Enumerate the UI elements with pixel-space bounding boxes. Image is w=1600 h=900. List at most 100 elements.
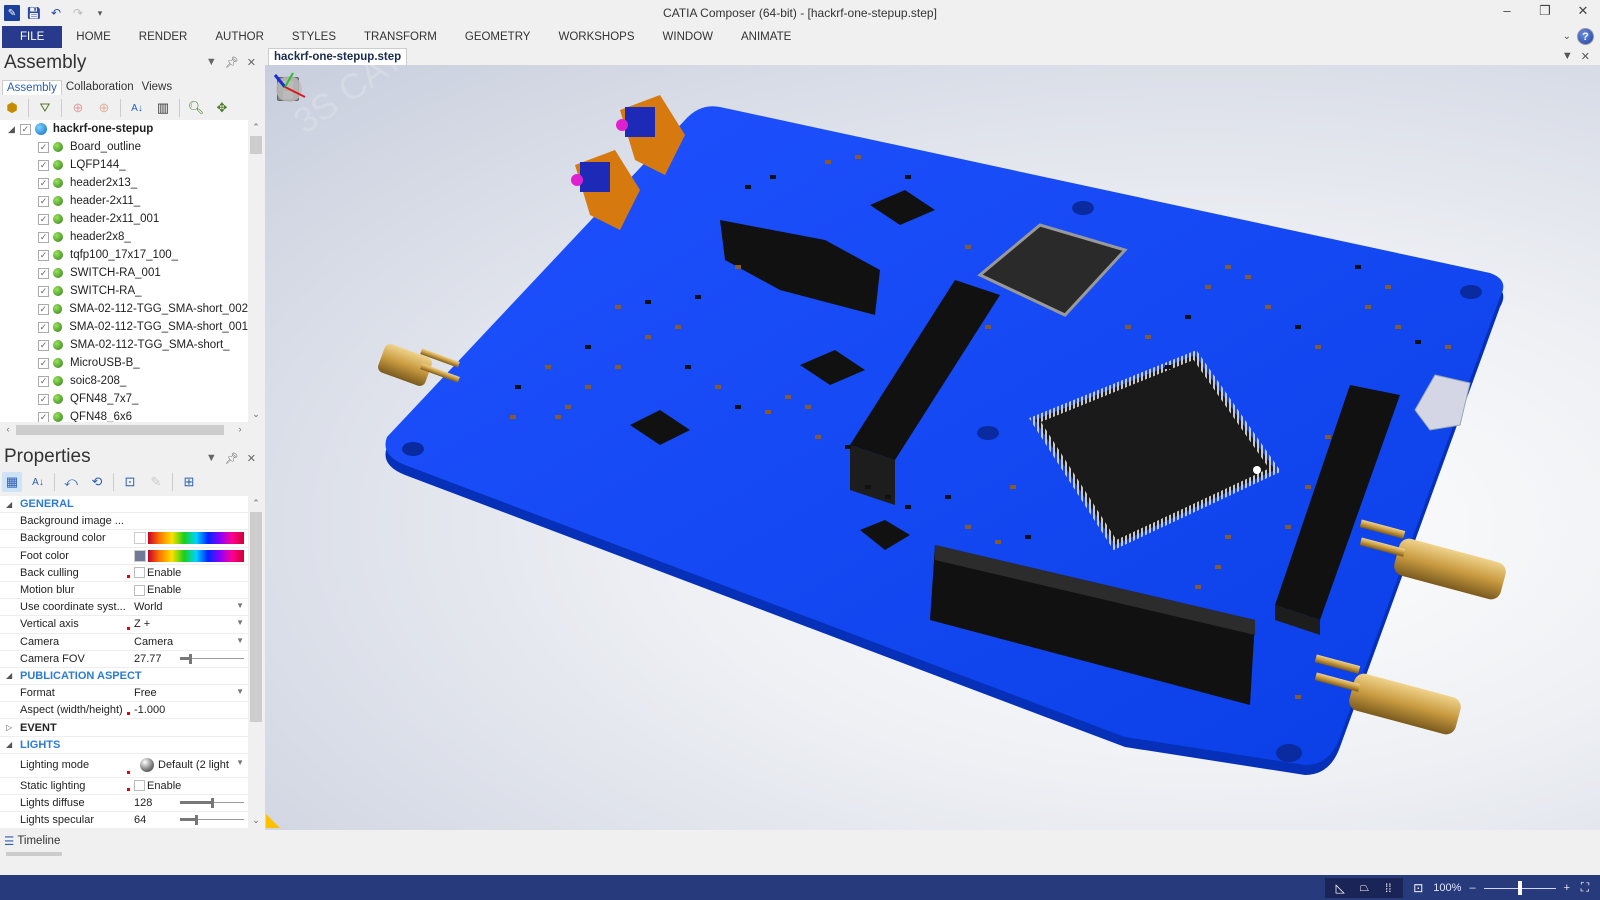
panel-close-icon[interactable]: ✕	[247, 56, 256, 69]
tree-checkbox[interactable]: ✓	[38, 411, 49, 422]
tab-file[interactable]: FILE	[2, 26, 63, 48]
search-part-icon[interactable]: 🔍︎	[186, 98, 206, 118]
redo-icon[interactable]: ↷	[70, 5, 86, 21]
sort-az-icon[interactable]: A↓	[28, 472, 48, 492]
panel-close-icon[interactable]: ✕	[247, 452, 256, 465]
property-value[interactable]: 64	[134, 814, 146, 826]
property-value[interactable]: 128	[134, 797, 152, 809]
subtab-collaboration[interactable]: Collaboration	[62, 80, 138, 95]
property-slider[interactable]	[180, 815, 244, 826]
collapse-icon[interactable]: ◢	[6, 671, 12, 680]
property-dropdown[interactable]: Z + ▼	[134, 618, 244, 630]
property-slider[interactable]	[180, 653, 244, 664]
tree-checkbox[interactable]: ✓	[38, 159, 49, 171]
measure-icon[interactable]: ◺	[1333, 881, 1347, 895]
tab-geometry[interactable]: GEOMETRY	[451, 26, 545, 48]
tree-checkbox[interactable]: ✓	[38, 375, 49, 387]
tree-checkbox[interactable]: ✓	[38, 339, 49, 351]
tree-item[interactable]: ✓ header-2x11_001	[0, 210, 248, 228]
3d-viewport[interactable]: 3S CATIA Composer	[265, 65, 1600, 830]
tree-item[interactable]: ✓ SMA-02-112-TGG_SMA-short_002	[0, 300, 248, 318]
tree-vertical-scrollbar[interactable]: ⌃ ⌄	[248, 120, 264, 422]
tree-checkbox[interactable]: ✓	[38, 321, 49, 333]
property-value[interactable]: 27.77	[134, 653, 162, 665]
tab-transform[interactable]: TRANSFORM	[350, 26, 451, 48]
add-table-icon[interactable]: ⊞	[179, 472, 199, 492]
fit-icon[interactable]: ⊡	[1411, 881, 1425, 895]
scroll-down-icon[interactable]: ⌄	[248, 815, 264, 826]
scroll-thumb[interactable]	[16, 425, 224, 435]
tree-item[interactable]: ✓ QFN48_6x6	[0, 408, 248, 422]
property-dropdown[interactable]: World ▼	[134, 601, 244, 613]
property-dropdown[interactable]: Default (2 light ▼	[134, 758, 244, 773]
subtab-assembly[interactable]: Assembly	[2, 80, 62, 95]
tree-checkbox[interactable]: ✓	[38, 141, 49, 153]
tab-author[interactable]: AUTHOR	[201, 26, 278, 48]
close-button[interactable]: ✕	[1574, 3, 1592, 19]
tree-checkbox[interactable]: ✓	[38, 249, 49, 261]
customize-icon[interactable]: ▾	[92, 5, 108, 21]
perspective-icon[interactable]: ⏢	[1357, 880, 1371, 895]
property-category[interactable]: ▷ EVENT	[0, 719, 248, 737]
timeline-tab[interactable]: ☰ Timeline	[4, 834, 60, 848]
tree-checkbox[interactable]: ✓	[38, 267, 49, 279]
scroll-right-icon[interactable]: ›	[232, 424, 248, 434]
tree-item[interactable]: ✓ header-2x11_	[0, 192, 248, 210]
tree-item[interactable]: ✓ SWITCH-RA_	[0, 282, 248, 300]
scroll-up-icon[interactable]: ⌃	[248, 498, 264, 509]
tree-item[interactable]: ✓ SMA-02-112-TGG_SMA-short_001	[0, 318, 248, 336]
panel-menu-icon[interactable]: ▼	[206, 452, 217, 465]
property-dropdown[interactable]: Camera ▼	[134, 636, 244, 648]
property-checkbox[interactable]	[134, 780, 145, 792]
tab-home[interactable]: HOME	[62, 26, 125, 48]
add-group-icon[interactable]: ⊕	[94, 98, 114, 118]
scroll-down-icon[interactable]: ⌄	[248, 409, 264, 420]
tree-item[interactable]: ✓ Board_outline	[0, 138, 248, 156]
filter-icon[interactable]: ⛛	[35, 98, 55, 118]
refresh-link-icon[interactable]: ⟲	[87, 472, 107, 492]
property-category[interactable]: ◢ PUBLICATION ASPECT	[0, 668, 248, 686]
expand-icon[interactable]: ✥	[212, 98, 232, 118]
help-icon[interactable]: ?	[1577, 28, 1594, 45]
undo-icon[interactable]: ↶	[48, 5, 64, 21]
collapse-icon[interactable]: ◢	[8, 124, 15, 135]
collapse-icon[interactable]: ◢	[6, 500, 12, 509]
tree-checkbox[interactable]: ✓	[38, 357, 49, 369]
tree-item[interactable]: ✓ header2x8_	[0, 228, 248, 246]
scroll-left-icon[interactable]: ‹	[0, 424, 16, 434]
document-menu-icon[interactable]: ▼	[1562, 50, 1573, 63]
grid-icon[interactable]: ⁞⁞	[1381, 881, 1395, 895]
tree-item[interactable]: ✓ header2x13_	[0, 174, 248, 192]
columns-icon[interactable]: ▥	[153, 98, 173, 118]
tree-item[interactable]: ✓ LQFP144_	[0, 156, 248, 174]
tab-render[interactable]: RENDER	[125, 26, 202, 48]
sort-az-icon[interactable]: A↓	[127, 98, 147, 118]
document-close-icon[interactable]: ✕	[1581, 50, 1590, 63]
tree-checkbox[interactable]: ✓	[38, 195, 49, 207]
tree-item[interactable]: ✓ soic8-208_	[0, 372, 248, 390]
property-slider[interactable]	[180, 798, 244, 809]
tree-item[interactable]: ✓ QFN48_7x7_	[0, 390, 248, 408]
tree-checkbox[interactable]: ✓	[38, 285, 49, 297]
tree-checkbox[interactable]: ✓	[38, 213, 49, 225]
zoom-slider[interactable]	[1483, 880, 1556, 895]
document-tab[interactable]: hackrf-one-stepup.step	[268, 48, 408, 65]
collapse-icon[interactable]: ◢	[6, 740, 12, 749]
link-icon[interactable]: ⤺	[61, 472, 81, 492]
zoom-in-button[interactable]: +	[1564, 882, 1570, 894]
assembly-select-icon[interactable]: ⬢	[2, 98, 22, 118]
fullscreen-icon[interactable]: ⛶	[1578, 880, 1592, 895]
property-dropdown[interactable]: Free ▼	[134, 687, 244, 699]
zoom-out-button[interactable]: –	[1469, 882, 1475, 894]
tree-checkbox[interactable]: ✓	[38, 393, 49, 405]
panel-menu-icon[interactable]: ▼	[206, 56, 217, 69]
ribbon-collapse-icon[interactable]: ⌄	[1563, 31, 1571, 42]
tree-item[interactable]: ✓ SWITCH-RA_001	[0, 264, 248, 282]
property-value[interactable]: -1.000	[134, 704, 165, 716]
property-checkbox[interactable]	[134, 567, 145, 579]
tree-item[interactable]: ✓ tqfp100_17x17_100_	[0, 246, 248, 264]
pin-icon[interactable]: 📌︎	[225, 56, 239, 69]
scroll-thumb[interactable]	[250, 512, 262, 722]
tree-item[interactable]: ✓ SMA-02-112-TGG_SMA-short_	[0, 336, 248, 354]
tree-checkbox[interactable]: ✓	[38, 231, 49, 243]
